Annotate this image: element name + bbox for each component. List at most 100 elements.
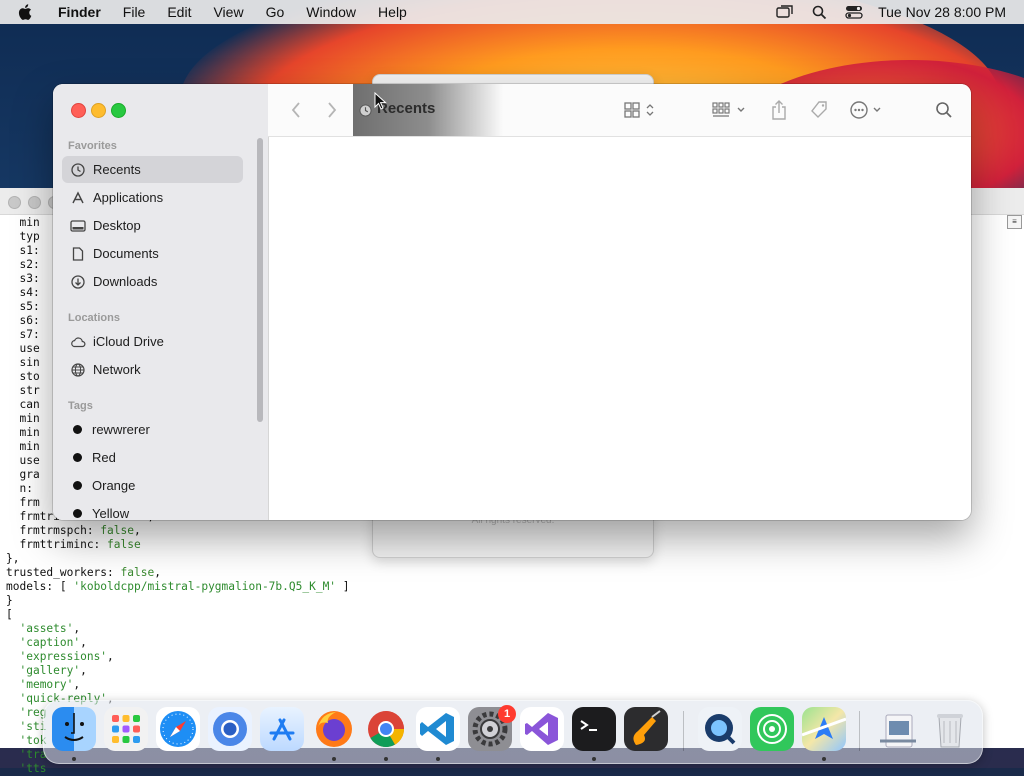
dock: 1 [43,700,983,764]
share-icon [772,100,786,120]
running-indicator [72,757,76,761]
control-center-icon[interactable] [845,5,863,19]
sidebar-item-applications[interactable]: Applications [62,184,243,211]
menu-go[interactable]: Go [255,0,296,24]
running-indicator [592,757,596,761]
menu-file[interactable]: File [112,0,157,24]
terminal-line: typ [6,230,40,243]
quicktime-icon[interactable] [698,707,742,751]
sidebar-tag-yellow[interactable]: Yellow [62,500,243,520]
firefox-icon[interactable] [312,707,356,751]
running-indicator [384,757,388,761]
spotlight-search-icon[interactable] [812,5,827,20]
terminal-line: 'tok [19,734,47,747]
terminal-line: frmtrmspch: false, [6,524,141,537]
find-my-icon[interactable] [750,707,794,751]
terminal-scroll-button[interactable]: ≡ [1007,215,1022,229]
sidebar-item-desktop[interactable]: Desktop [62,212,243,239]
apple-menu-icon[interactable] [18,0,38,24]
close-button[interactable] [71,103,86,118]
terminal-close-button[interactable] [8,196,21,209]
back-button[interactable] [288,98,304,122]
menu-app-finder[interactable]: Finder [50,0,112,24]
terminal-line: [ [6,608,13,621]
terminal-line: min [6,426,40,439]
menu-view[interactable]: View [202,0,254,24]
menu-bar-clock[interactable]: Tue Nov 28 8:00 PM [878,4,1006,20]
search-icon [936,102,952,118]
terminal-line: s2: [6,258,40,271]
zoom-button[interactable] [111,103,126,118]
terminal-line: s4: [6,286,40,299]
trash-icon[interactable] [928,707,972,751]
terminal-line: str [6,384,40,397]
sidebar-item-downloads[interactable]: Downloads [62,268,243,295]
sidebar-tag-red[interactable]: Red [62,444,243,471]
terminal-minimize-button[interactable] [28,196,41,209]
terminal-line: }, [6,552,20,565]
sidebar-tag-rewwrerer[interactable]: rewwrerer [62,416,243,443]
app-store-icon[interactable] [260,707,304,751]
terminal-line: gra [6,468,40,481]
clock-icon [69,161,87,179]
chrome-icon[interactable] [364,707,408,751]
forward-button[interactable] [324,98,340,122]
sidebar-item-label: rewwrerer [92,422,150,437]
document-icon [69,245,87,263]
view-mode-button[interactable] [624,98,660,122]
mouse-cursor-icon [374,92,387,110]
menu-help[interactable]: Help [367,0,418,24]
terminal-line: s7: [6,328,40,341]
group-button[interactable] [711,98,751,122]
visual-studio-icon[interactable] [520,707,564,751]
minimize-button[interactable] [91,103,106,118]
sidebar-item-label: Desktop [93,218,141,233]
action-menu-button[interactable] [849,98,889,122]
maps-icon[interactable] [801,707,847,751]
sidebar-item-network[interactable]: Network [62,356,243,383]
chevron-right-icon [328,102,337,118]
terminal-line: sto [6,370,40,383]
finder-content-area[interactable] [269,137,971,520]
tag-dot-icon [73,453,82,462]
terminal-icon[interactable] [572,707,616,751]
finder-icon[interactable] [52,707,96,751]
menu-window[interactable]: Window [295,0,367,24]
tag-dot-icon [73,425,82,434]
sidebar-item-icloud-drive[interactable]: iCloud Drive [62,328,243,355]
group-icon [712,102,745,117]
sidebar-scrollbar[interactable] [257,138,263,422]
safari-icon[interactable] [156,707,200,751]
terminal-line: 'sti [19,720,47,733]
grid-view-icon [624,102,654,118]
terminal-line: trusted_workers: false, [6,566,161,579]
launchpad-icon[interactable] [104,707,148,751]
sidebar-item-recents[interactable]: Recents [62,156,243,183]
terminal-line: 'reg [19,706,47,719]
terminal-line: 'tra [19,748,47,761]
terminal-line: min [6,412,40,425]
vscode-icon[interactable] [416,707,460,751]
sidebar-item-label: Yellow [92,506,130,520]
menu-edit[interactable]: Edit [156,0,202,24]
sidebar-item-documents[interactable]: Documents [62,240,243,267]
chromium-icon[interactable] [208,707,252,751]
tag-dot-icon [73,509,82,518]
terminal-line: 'assets', [19,622,81,635]
locations-heading: Locations [68,312,120,324]
sidebar-tag-orange[interactable]: Orange [62,472,243,499]
dock-separator [683,711,684,751]
share-button[interactable] [769,98,789,122]
tag-button[interactable] [808,98,830,122]
screen-mirroring-icon[interactable] [776,5,794,19]
finder-sidebar: Favorites Recents Applications Desktop D… [53,84,269,520]
finder-window[interactable]: Favorites Recents Applications Desktop D… [53,84,971,520]
terminal-line: sin [6,356,40,369]
garageband-icon[interactable] [624,707,668,751]
sidebar-item-label: Downloads [93,274,158,289]
search-button[interactable] [934,98,954,122]
dock-separator [859,711,860,751]
preview-icon[interactable] [876,707,920,751]
sidebar-item-label: Network [93,362,141,377]
cloud-icon [69,333,87,351]
